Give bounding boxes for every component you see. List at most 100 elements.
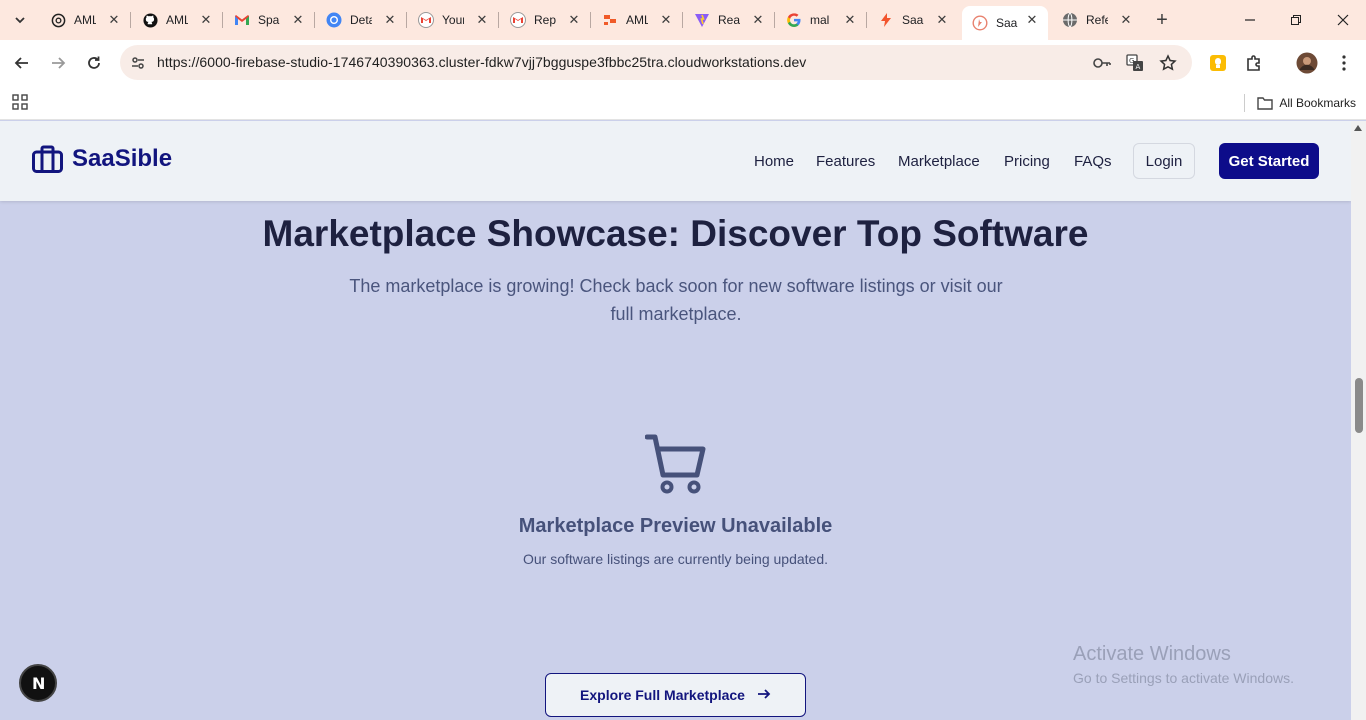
browser-tab-active[interactable]: SaaS ✕ <box>962 6 1048 40</box>
gmail-icon <box>510 12 526 28</box>
close-tab-icon[interactable]: ✕ <box>566 12 582 28</box>
close-tab-icon[interactable]: ✕ <box>842 12 858 28</box>
briefcase-icon <box>32 145 63 173</box>
empty-state-title: Marketplace Preview Unavailable <box>518 515 833 537</box>
close-tab-icon[interactable]: ✕ <box>1118 12 1134 28</box>
svg-text:G: G <box>1129 57 1134 65</box>
tab-title: SaaS <box>996 16 1018 30</box>
gmail-icon <box>234 12 250 28</box>
browser-tab[interactable]: SaaS ✕ <box>868 6 958 34</box>
explore-marketplace-button[interactable]: Explore Full Marketplace <box>545 673 806 717</box>
globe-icon <box>1062 12 1078 28</box>
forward-icon[interactable] <box>44 49 72 77</box>
browser-tab[interactable]: Read ✕ <box>684 6 775 34</box>
close-tab-icon[interactable]: ✕ <box>750 12 766 28</box>
bolt-icon <box>878 12 894 28</box>
browser-tab[interactable]: AML ✕ <box>132 6 223 34</box>
browser-tab[interactable]: Your ✕ <box>408 6 499 34</box>
brand-logo[interactable]: SaaSible <box>32 145 172 173</box>
bookmark-star-icon[interactable] <box>1158 53 1178 73</box>
profile-avatar[interactable] <box>1293 49 1321 77</box>
address-bar[interactable]: https://6000-firebase-studio-17467403903… <box>120 45 1192 80</box>
browser-tab[interactable]: Spam ✕ <box>224 6 315 34</box>
arrow-right-icon <box>757 687 771 703</box>
gmail-icon <box>418 12 434 28</box>
all-bookmarks-button[interactable]: All Bookmarks <box>1244 94 1356 112</box>
shopping-cart-icon <box>644 433 707 500</box>
scroll-up-arrow-icon[interactable] <box>1354 125 1362 131</box>
nav-pricing[interactable]: Pricing <box>1004 153 1050 170</box>
tab-title: mal <box>810 13 830 27</box>
firebase-studio-icon <box>972 15 988 31</box>
empty-state-subtitle: Our software listings are currently bein… <box>522 551 829 567</box>
nextjs-badge-letter: N <box>32 674 45 692</box>
close-window-icon[interactable] <box>1331 8 1355 32</box>
apps-grid-icon[interactable] <box>12 94 28 115</box>
all-bookmarks-label: All Bookmarks <box>1279 96 1356 110</box>
keep-extension-icon[interactable] <box>1204 49 1232 77</box>
tab-title: AML <box>74 13 96 27</box>
tab-title: Spam <box>258 13 280 27</box>
close-tab-icon[interactable]: ✕ <box>934 12 950 28</box>
login-button[interactable]: Login <box>1133 143 1195 179</box>
watermark-line-1: Activate Windows <box>1073 643 1231 665</box>
nextjs-dev-badge[interactable]: N <box>19 664 57 702</box>
browser-tab-strip: AML ✕ AML ✕ Spam ✕ Detail ✕ Your ✕ Rep ✕… <box>0 0 1366 40</box>
google-icon <box>786 12 802 28</box>
browser-menu-icon[interactable] <box>1330 49 1358 77</box>
tab-title: Rep <box>534 13 556 27</box>
page-viewport: SaaSible Home Features Marketplace Prici… <box>0 121 1351 720</box>
nav-features[interactable]: Features <box>816 153 875 170</box>
tab-search-icon[interactable] <box>8 8 32 32</box>
browser-tab[interactable]: Refe ✕ <box>1052 6 1142 34</box>
get-started-button[interactable]: Get Started <box>1219 143 1319 179</box>
restore-icon[interactable] <box>1284 8 1308 32</box>
tab-title: Read <box>718 13 740 27</box>
minimize-icon[interactable] <box>1238 8 1262 32</box>
browser-tab[interactable]: Detail ✕ <box>316 6 407 34</box>
page-subtitle: The marketplace is growing! Check back s… <box>349 276 1003 324</box>
windows-activation-watermark: Activate Windows Go to Settings to activ… <box>1073 643 1294 686</box>
back-icon[interactable] <box>8 49 36 77</box>
folder-icon <box>1257 96 1274 110</box>
tab-title: SaaS <box>902 13 924 27</box>
nav-marketplace[interactable]: Marketplace <box>898 153 980 170</box>
page-title: Marketplace Showcase: Discover Top Softw… <box>262 213 1089 254</box>
watermark-line-2: Go to Settings to activate Windows. <box>1073 670 1294 686</box>
tab-title: Refe <box>1086 13 1108 27</box>
reload-icon[interactable] <box>80 49 108 77</box>
close-tab-icon[interactable]: ✕ <box>1024 12 1040 28</box>
orange-shape-icon <box>602 12 618 28</box>
browser-tab[interactable]: mal ✕ <box>776 6 867 34</box>
extensions-puzzle-icon[interactable] <box>1240 49 1268 77</box>
nav-home[interactable]: Home <box>754 153 794 170</box>
browser-tab[interactable]: AML ✕ <box>40 6 131 34</box>
vite-icon <box>694 12 710 28</box>
site-header: SaaSible Home Features Marketplace Prici… <box>0 121 1351 201</box>
page-scrollbar[interactable] <box>1351 121 1366 720</box>
translate-icon[interactable]: GA <box>1125 53 1145 73</box>
explore-marketplace-label: Explore Full Marketplace <box>580 687 745 703</box>
tab-title: Your <box>442 13 464 27</box>
openai-icon <box>50 12 66 28</box>
chrome-icon <box>326 12 342 28</box>
new-tab-icon[interactable]: + <box>1150 8 1174 32</box>
tab-title: Detail <box>350 13 372 27</box>
scrollbar-thumb[interactable] <box>1355 378 1363 433</box>
close-tab-icon[interactable]: ✕ <box>658 12 674 28</box>
nav-faqs[interactable]: FAQs <box>1074 153 1112 170</box>
close-tab-icon[interactable]: ✕ <box>198 12 214 28</box>
browser-toolbar: https://6000-firebase-studio-17467403903… <box>0 40 1366 86</box>
site-settings-icon[interactable] <box>128 53 148 73</box>
browser-tab[interactable]: Rep ✕ <box>500 6 591 34</box>
browser-tab[interactable]: AML ✕ <box>592 6 683 34</box>
tab-title: AML <box>166 13 188 27</box>
close-tab-icon[interactable]: ✕ <box>106 12 122 28</box>
tab-title: AML <box>626 13 648 27</box>
close-tab-icon[interactable]: ✕ <box>382 12 398 28</box>
password-key-icon[interactable] <box>1092 53 1112 73</box>
github-icon <box>142 12 158 28</box>
url-text: https://6000-firebase-studio-17467403903… <box>157 54 807 70</box>
close-tab-icon[interactable]: ✕ <box>290 12 306 28</box>
close-tab-icon[interactable]: ✕ <box>474 12 490 28</box>
